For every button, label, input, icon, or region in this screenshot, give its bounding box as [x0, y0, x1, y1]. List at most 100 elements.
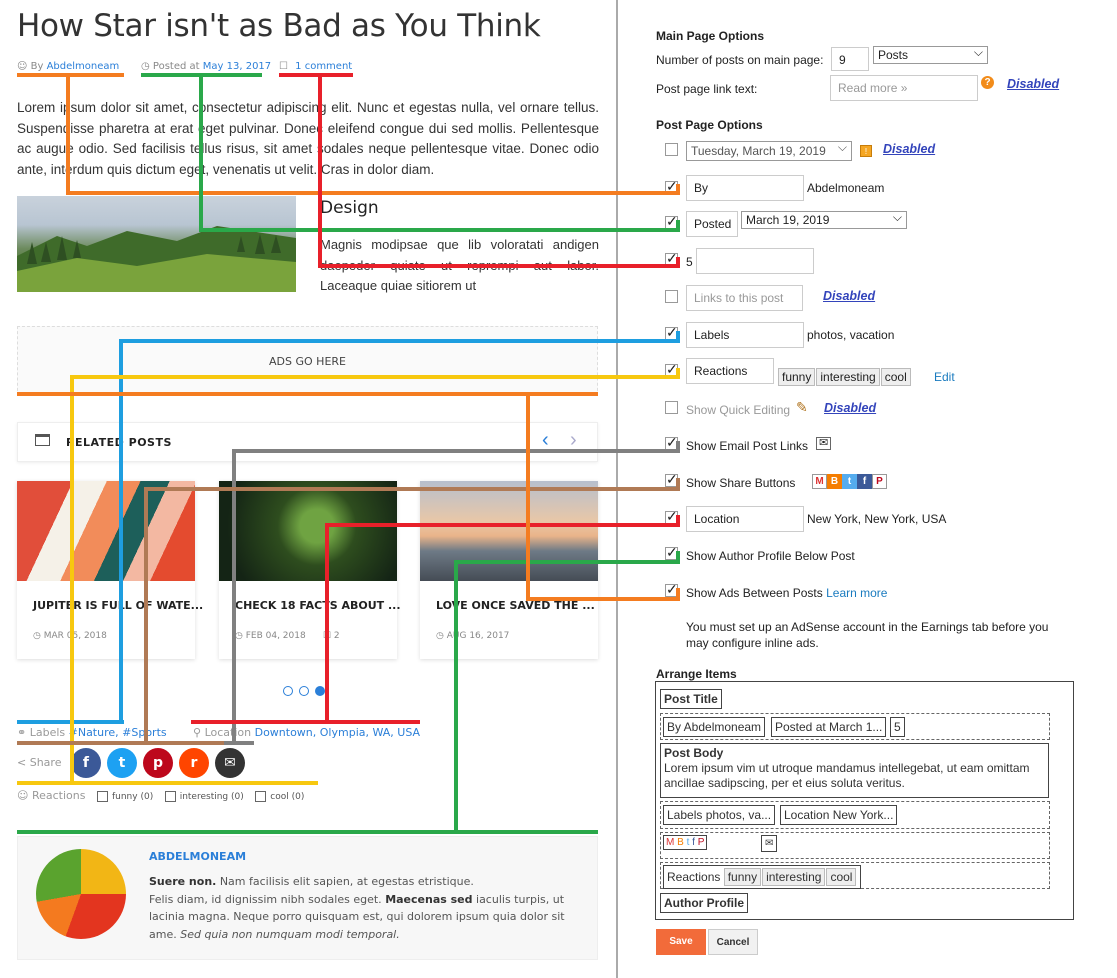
related-card[interactable]: CHECK 18 FACTS ABOUT ... ◷ FEB 04, 2018 …	[219, 481, 401, 659]
timestamp-format-select[interactable]: March 19, 2019	[741, 210, 907, 229]
arrange-share-group[interactable]	[660, 832, 1050, 859]
card-date: ◷ AUG 16, 2017	[436, 631, 510, 641]
twitter-share-icon[interactable]: t	[106, 748, 137, 778]
clock-icon: ◷	[436, 631, 444, 641]
card-title: CHECK 18 FACTS ABOUT ...	[235, 599, 401, 612]
card-title: LOVE ONCE SAVED THE ...	[436, 599, 595, 612]
email-post-icon: ✉	[765, 838, 774, 849]
author-checkbox[interactable]	[665, 178, 678, 195]
comments-checkbox[interactable]	[665, 250, 678, 267]
reddit-share-icon[interactable]: r	[178, 748, 209, 778]
learn-more-link[interactable]: Learn more	[826, 586, 887, 600]
carousel-dot-active[interactable]	[315, 686, 325, 696]
num-posts-input[interactable]: 9	[831, 47, 869, 71]
user-icon: ☺	[17, 61, 28, 72]
comments-count: 5	[686, 255, 693, 269]
date-link[interactable]: May 13, 2017	[203, 61, 271, 72]
arrange-items-heading: Arrange Items	[656, 667, 737, 681]
arrange-location[interactable]: Location New York...	[780, 805, 898, 825]
blogger-icon: B	[827, 474, 842, 489]
reactions-checkbox[interactable]	[665, 361, 678, 378]
related-card[interactable]: JUPITER IS FULL OF WATE... ◷ MAR 05, 201…	[17, 481, 203, 659]
author-profile-checkbox[interactable]	[665, 544, 678, 561]
facebook-share-icon[interactable]: f	[70, 748, 101, 778]
facebook-icon: f	[857, 474, 872, 489]
arrange-comments[interactable]: 5	[890, 717, 905, 737]
email-links-checkbox[interactable]	[665, 434, 678, 451]
reactions-row: ☺ Reactions funny (0) interesting (0) co…	[17, 789, 305, 802]
location-value: New York, New York, USA	[807, 512, 947, 526]
related-card[interactable]: LOVE ONCE SAVED THE ... ◷ AUG 16, 2017	[420, 481, 598, 659]
links-input[interactable]: Links to this post	[686, 285, 803, 311]
blog-post-preview: How Star isn't as Bad as You Think ☺ By …	[0, 0, 617, 978]
label-link[interactable]: #Sports	[122, 726, 166, 739]
author-bio: Suere non. Nam facilisis elit sapien, at…	[149, 875, 565, 941]
clock-icon: ◷	[33, 631, 41, 641]
arrange-items-panel: Post Title By Abdelmoneam Posted at Marc…	[655, 681, 1074, 920]
post-link-input[interactable]: Read more »	[830, 75, 978, 101]
share-buttons-checkbox[interactable]	[665, 471, 678, 488]
carousel-dots[interactable]	[283, 683, 331, 701]
location-checkbox[interactable]	[665, 508, 678, 525]
post-title: How Star isn't as Bad as You Think	[17, 8, 541, 44]
date-format-select[interactable]: Tuesday, March 19, 2019	[686, 140, 852, 161]
reaction-checkbox[interactable]	[255, 790, 267, 802]
label-link[interactable]: #Nature,	[69, 726, 119, 739]
ads-between-label: Show Ads Between Posts Learn more	[686, 586, 888, 600]
reaction-checkbox[interactable]	[96, 790, 108, 802]
arrange-author-profile[interactable]: Author Profile	[660, 893, 748, 913]
location-row: ⚲ Location Downtown, Olympia, WA, USA	[193, 726, 421, 739]
card-image	[219, 481, 397, 581]
labels-checkbox[interactable]	[665, 324, 678, 341]
carousel-dot[interactable]	[283, 686, 293, 696]
author-value: Abdelmoneam	[807, 181, 885, 195]
comments-input[interactable]	[696, 248, 814, 274]
chevron-right-icon[interactable]: ›	[570, 429, 577, 452]
timestamp-checkbox[interactable]	[665, 213, 678, 230]
disabled-link[interactable]: Disabled	[823, 289, 875, 303]
date-checkbox[interactable]	[665, 143, 678, 156]
author-profile-box: ABDELMONEAM Suere non. Nam facilisis eli…	[17, 836, 598, 960]
arrange-posted[interactable]: Posted at March 1...	[771, 717, 887, 737]
backlinks-checkbox[interactable]	[665, 290, 678, 303]
disabled-link[interactable]: Disabled	[883, 142, 935, 156]
posted-input[interactable]: Posted	[686, 211, 738, 237]
arrange-post-body[interactable]: Post Body Lorem ipsum vim ut utroque mand…	[660, 743, 1049, 798]
location-link[interactable]: Downtown, Olympia, WA, USA	[255, 726, 420, 739]
pencil-icon: ✎	[796, 399, 808, 415]
email-share-icon[interactable]: ✉	[214, 748, 245, 778]
posts-unit-select[interactable]: Posts	[873, 45, 988, 64]
labels-input[interactable]: Labels	[686, 322, 804, 348]
ads-between-checkbox[interactable]	[665, 581, 678, 598]
author-name[interactable]: ABDELMONEAM	[149, 850, 246, 863]
location-input[interactable]: Location	[686, 506, 804, 532]
arrange-email-post[interactable]: ✉	[761, 835, 778, 852]
arrange-reactions[interactable]: Reactions funny interesting cool	[663, 865, 862, 889]
edit-reactions-link[interactable]: Edit	[934, 370, 955, 384]
email-links-label: Show Email Post Links	[686, 439, 809, 453]
comments-link[interactable]: 1 comment	[295, 61, 352, 72]
arrange-post-title[interactable]: Post Title	[660, 689, 722, 709]
arrange-by[interactable]: By Abdelmoneam	[663, 717, 766, 737]
post-page-options-heading: Post Page Options	[656, 118, 763, 132]
pinterest-share-icon[interactable]: p	[142, 748, 173, 778]
by-input[interactable]: By	[686, 175, 804, 201]
arrange-labels[interactable]: Labels photos, va...	[663, 805, 776, 825]
post-link-label: Post page link text:	[656, 82, 758, 96]
cancel-button[interactable]: Cancel	[708, 929, 758, 955]
arrange-share-buttons[interactable]: M B t f P	[663, 835, 708, 850]
location-pin-icon: ⚲	[193, 726, 202, 739]
reaction-checkbox[interactable]	[164, 790, 176, 802]
disabled-link[interactable]: Disabled	[824, 401, 876, 415]
card-date: ◷ FEB 04, 2018 ☐ 2	[235, 631, 340, 641]
author-link[interactable]: Abdelmoneam	[47, 61, 120, 72]
quick-edit-checkbox[interactable]	[665, 401, 678, 414]
carousel-dot[interactable]	[299, 686, 309, 696]
disabled-link[interactable]: Disabled	[1007, 77, 1059, 91]
adsense-note: You must set up an AdSense account in th…	[686, 620, 1049, 650]
help-icon[interactable]: ?	[981, 76, 994, 89]
reactions-input[interactable]: Reactions	[686, 358, 774, 384]
save-button[interactable]: Save	[656, 929, 706, 955]
smiley-icon: ☺	[17, 789, 29, 802]
chevron-left-icon[interactable]: ‹	[542, 429, 549, 452]
